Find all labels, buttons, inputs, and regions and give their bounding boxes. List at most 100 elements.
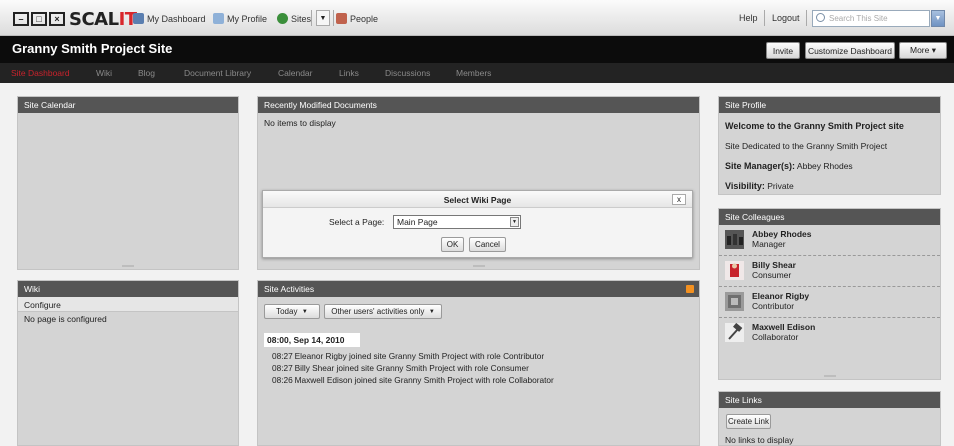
dashlet-title: Recently Modified Documents: [258, 97, 699, 113]
my-profile-link[interactable]: My Profile: [213, 13, 267, 24]
tab-links[interactable]: Links: [339, 68, 359, 78]
site-title: Granny Smith Project Site: [12, 41, 173, 56]
empty-message: No items to display: [264, 118, 336, 128]
colleague-name[interactable]: Abbey Rhodes: [752, 229, 812, 239]
colleague-name[interactable]: Maxwell Edison: [752, 322, 815, 332]
select-wiki-page-dialog: Select Wiki Page x Select a Page: Main P…: [262, 190, 693, 258]
activity-type-filter-label: Other users' activities only: [331, 307, 425, 316]
ok-button[interactable]: OK: [441, 237, 464, 252]
activity-time: 08:26: [272, 375, 293, 385]
logo-close-glyph: ×: [49, 12, 65, 26]
help-link[interactable]: Help: [739, 13, 758, 23]
dashlet-title: Site Activities: [258, 281, 699, 297]
dashlet-title: Site Links: [719, 392, 940, 408]
site-navigation: Site Dashboard Wiki Blog Document Librar…: [0, 63, 954, 83]
site-links-dashlet: Site Links Create Link No links to displ…: [718, 391, 941, 446]
logo-minimize-glyph: –: [13, 12, 29, 26]
activities-title: Site Activities: [264, 284, 315, 294]
avatar: [725, 323, 744, 342]
sites-link[interactable]: Sites: [277, 13, 311, 24]
people-label: People: [350, 13, 379, 24]
rss-icon[interactable]: [686, 285, 694, 293]
activity-date-header: 08:00, Sep 14, 2010: [264, 333, 360, 347]
today-filter-label: Today: [276, 307, 298, 316]
search-icon: [816, 13, 825, 22]
avatar: [725, 292, 744, 311]
my-dashboard-link[interactable]: My Dashboard: [133, 13, 206, 24]
search-dropdown-icon[interactable]: ▼: [931, 10, 945, 27]
activity-item: 08:27 Billy Shear joined site Granny Smi…: [272, 363, 529, 373]
tab-members[interactable]: Members: [456, 68, 491, 78]
welcome-heading: Welcome to the Granny Smith Project site: [725, 121, 904, 131]
top-toolbar: – □ × SCALIT My Dashboard My Profile Sit…: [0, 0, 954, 36]
resize-handle[interactable]: [472, 265, 485, 267]
customize-dashboard-button[interactable]: Customize Dashboard: [805, 42, 895, 59]
more-button[interactable]: More ▾: [899, 42, 947, 59]
dashboard-icon: [133, 13, 144, 24]
tab-blog[interactable]: Blog: [138, 68, 155, 78]
dashlet-title: Site Profile: [719, 97, 940, 113]
activity-item: 08:26 Maxwell Edison joined site Granny …: [272, 375, 554, 385]
activity-text[interactable]: Maxwell Edison joined site Granny Smith …: [295, 375, 554, 385]
close-icon[interactable]: x: [672, 194, 686, 205]
site-manager-name[interactable]: Abbey Rhodes: [797, 161, 853, 171]
tab-site-dashboard[interactable]: Site Dashboard: [11, 68, 70, 78]
separator: [806, 10, 807, 26]
colleague-item[interactable]: Abbey Rhodes Manager: [719, 225, 940, 256]
sites-dropdown-arrow-icon[interactable]: ▼: [316, 10, 330, 26]
tab-wiki[interactable]: Wiki: [96, 68, 112, 78]
activity-time: 08:27: [272, 351, 293, 361]
page-select-dropdown[interactable]: Main Page ▼: [393, 215, 521, 229]
activity-text[interactable]: Eleanor Rigby joined site Granny Smith P…: [295, 351, 544, 361]
colleague-name[interactable]: Eleanor Rigby: [752, 291, 809, 301]
tab-document-library[interactable]: Document Library: [184, 68, 251, 78]
resize-handle[interactable]: [823, 375, 836, 377]
activity-text[interactable]: Billy Shear joined site Granny Smith Pro…: [295, 363, 529, 373]
site-calendar-dashlet: Site Calendar: [17, 96, 239, 270]
dashlet-title: Wiki: [18, 281, 238, 297]
wiki-empty-message: No page is configured: [24, 314, 107, 324]
logo-text: SCALIT: [69, 8, 137, 30]
site-profile-dashlet: Site Profile Welcome to the Granny Smith…: [718, 96, 941, 195]
site-managers: Site Manager(s): Abbey Rhodes: [725, 161, 934, 171]
avatar: [725, 230, 744, 249]
cancel-button[interactable]: Cancel: [469, 237, 506, 252]
dashlet-title: Site Calendar: [18, 97, 238, 113]
site-activities-dashlet: Site Activities Today ▼ Other users' act…: [257, 280, 700, 446]
configure-link[interactable]: Configure: [18, 297, 238, 312]
logout-link[interactable]: Logout: [772, 13, 800, 23]
tab-discussions[interactable]: Discussions: [385, 68, 430, 78]
activity-type-filter-dropdown[interactable]: Other users' activities only ▼: [324, 304, 442, 319]
site-visibility: Visibility: Private: [725, 181, 934, 191]
resize-handle[interactable]: [122, 265, 134, 267]
colleague-name[interactable]: Billy Shear: [752, 260, 796, 270]
site-description: Site Dedicated to the Granny Smith Proje…: [725, 141, 888, 151]
activity-time: 08:27: [272, 363, 293, 373]
sites-globe-icon: [277, 13, 288, 24]
create-link-button[interactable]: Create Link: [726, 414, 771, 429]
separator: [333, 10, 334, 26]
my-profile-label: My Profile: [227, 13, 268, 24]
scalit-logo[interactable]: – □ × SCALIT: [13, 8, 137, 30]
people-icon: [336, 13, 347, 24]
invite-button[interactable]: Invite: [766, 42, 800, 59]
colleague-role: Contributor: [752, 301, 795, 311]
visibility-value: Private: [767, 181, 794, 191]
search-placeholder: Search This Site: [829, 14, 888, 23]
search-input[interactable]: Search This Site: [812, 10, 930, 27]
tab-calendar[interactable]: Calendar: [278, 68, 313, 78]
today-filter-dropdown[interactable]: Today ▼: [264, 304, 320, 319]
colleague-role: Consumer: [752, 270, 792, 280]
visibility-label: Visibility:: [725, 181, 765, 191]
colleague-role: Manager: [752, 239, 786, 249]
sites-label: Sites: [291, 13, 312, 24]
colleague-item[interactable]: Maxwell Edison Collaborator: [719, 318, 940, 349]
colleague-item[interactable]: Billy Shear Consumer: [719, 256, 940, 287]
chevron-down-icon: ▼: [428, 308, 435, 315]
dashlet-title: Site Colleagues: [719, 209, 940, 225]
colleague-item[interactable]: Eleanor Rigby Contributor: [719, 287, 940, 318]
people-link[interactable]: People: [336, 13, 378, 24]
colleague-role: Collaborator: [752, 332, 799, 342]
wiki-dashlet: Wiki Configure No page is configured: [17, 280, 239, 446]
avatar: [725, 261, 744, 280]
